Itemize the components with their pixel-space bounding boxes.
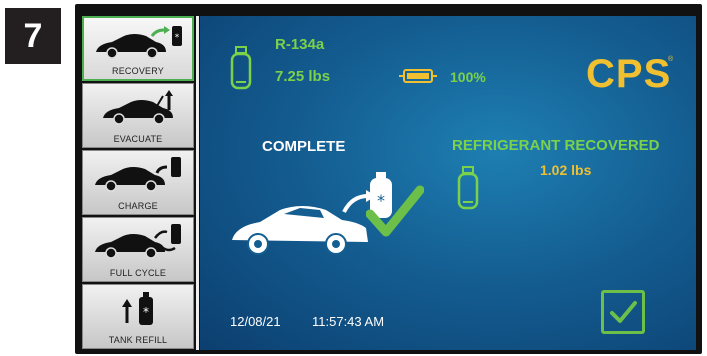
sidebar-item-label: EVACUATE: [113, 134, 163, 144]
sidebar-item-label: FULL CYCLE: [109, 268, 167, 278]
footer-time: 11:57:43 AM: [312, 314, 385, 329]
sidebar-item-full-cycle[interactable]: FULL CYCLE: [82, 217, 194, 282]
battery-percent: 100%: [450, 69, 486, 85]
sidebar-item-label: CHARGE: [118, 201, 158, 211]
cps-logo: CPS: [586, 52, 672, 96]
registered-mark: ®: [668, 56, 674, 63]
battery-icon: [399, 69, 437, 83]
sidebar-item-label: RECOVERY: [112, 66, 164, 76]
step-number: 7: [23, 16, 43, 55]
recovered-tank-icon: [457, 166, 479, 210]
tank-icon: [230, 46, 252, 90]
recovered-amount: 1.02 lbs: [540, 162, 592, 178]
car-recovery-icon: *: [96, 26, 182, 59]
sidebar-item-recovery[interactable]: * RECOVERY: [82, 16, 194, 81]
sidebar-divider: [196, 16, 199, 350]
footer-date: 12/08/21: [230, 314, 281, 329]
confirm-checkbox-icon: [610, 301, 637, 323]
step-number-badge: 7: [5, 8, 61, 64]
car-full-cycle-icon: [95, 224, 181, 259]
main-screen: R-134a 7.25 lbs 100% CPS ® COMPLETE * RE…: [200, 16, 696, 350]
svg-text:*: *: [143, 305, 149, 319]
car-evacuate-icon: [103, 90, 173, 125]
sidebar-item-charge[interactable]: CHARGE: [82, 150, 194, 215]
sidebar-item-evacuate[interactable]: EVACUATE: [82, 83, 194, 148]
sidebar-item-label: TANK REFILL: [108, 335, 168, 345]
tank-refill-icon: *: [122, 292, 153, 325]
svg-text:*: *: [175, 33, 180, 43]
tank-weight: 7.25 lbs: [275, 68, 331, 85]
sidebar-item-tank-refill[interactable]: * TANK REFILL: [82, 284, 194, 349]
car-charge-icon: [95, 157, 181, 192]
confirm-button[interactable]: [601, 290, 645, 334]
checkmark-icon: [366, 185, 424, 237]
status-complete: COMPLETE: [262, 138, 346, 155]
sidebar: * RECOVERY EVACUATE CHARGE FULL CYCLE * …: [82, 16, 194, 350]
recovered-title: REFRIGERANT RECOVERED: [452, 137, 660, 154]
refrigerant-type: R-134a: [275, 36, 325, 53]
